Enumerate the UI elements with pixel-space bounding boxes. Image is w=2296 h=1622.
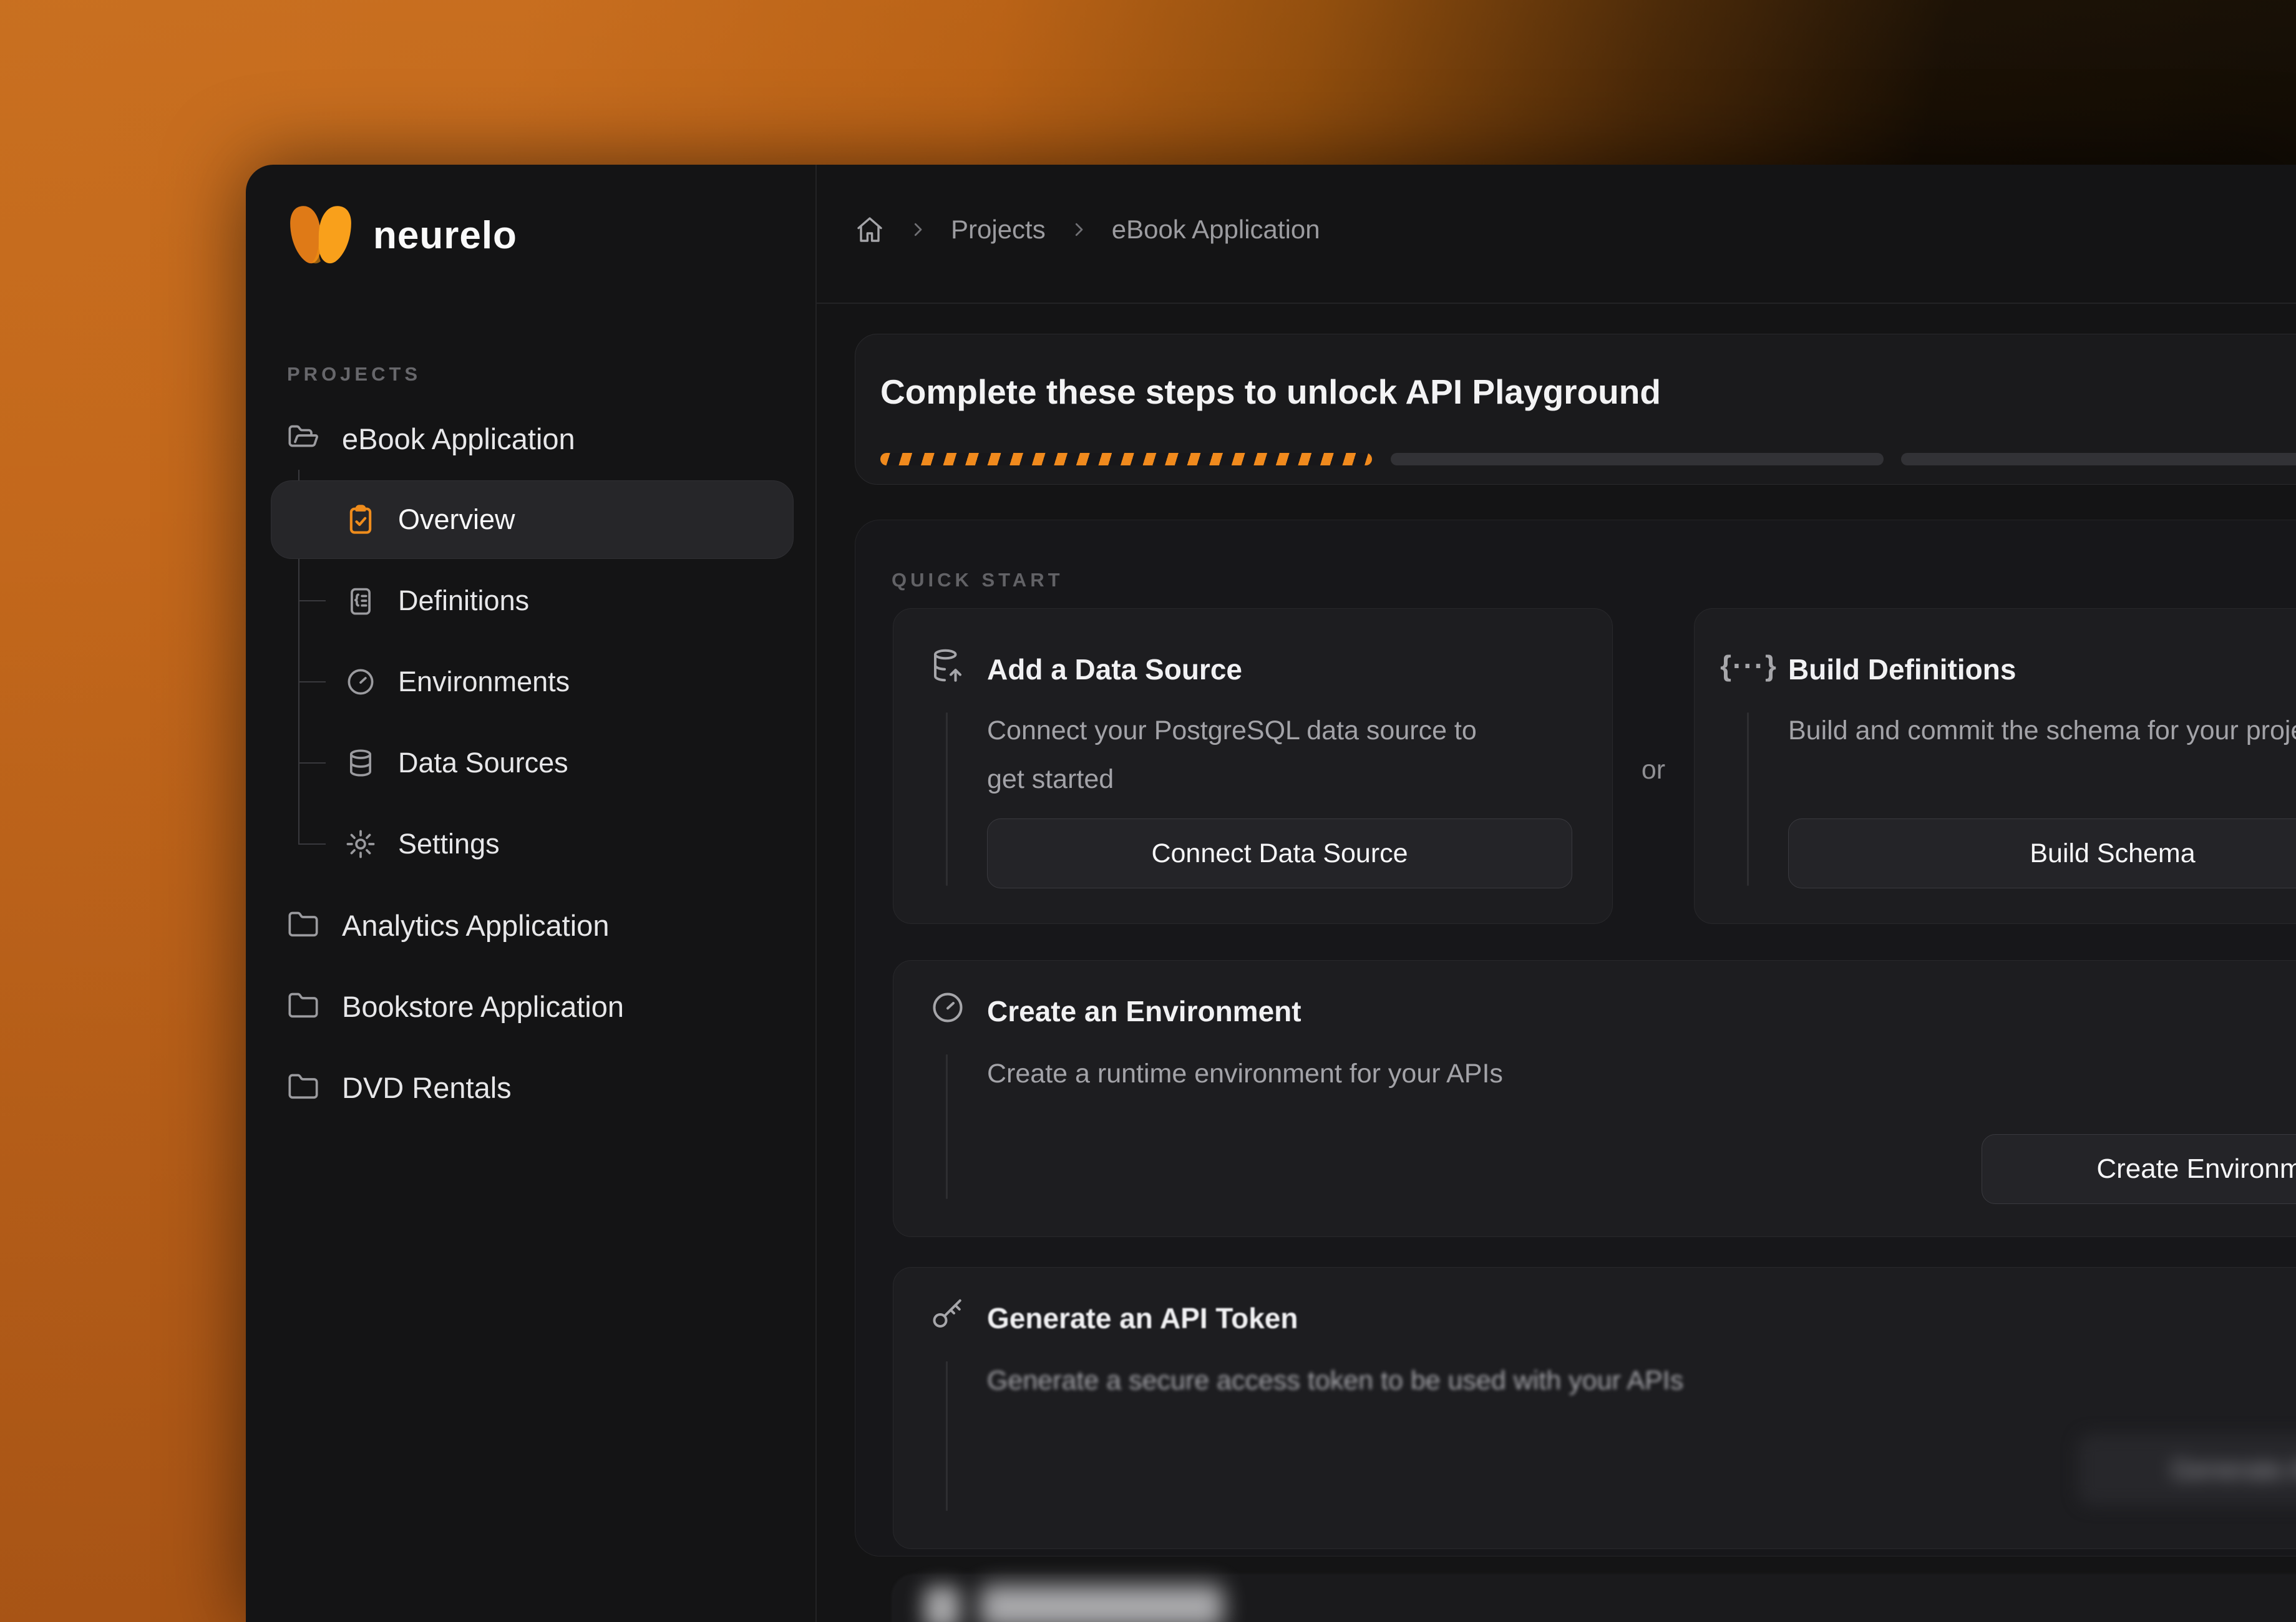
- brand-logo[interactable]: neurelo: [286, 203, 517, 267]
- gear-icon: [343, 828, 378, 860]
- sidebar-item-definitions[interactable]: Definitions: [343, 570, 529, 632]
- folder-icon: [286, 990, 321, 1022]
- folder-icon: [286, 909, 321, 941]
- sidebar-item-label: Definitions: [398, 585, 529, 617]
- progress-segment-empty: [1391, 453, 1884, 465]
- build-schema-button[interactable]: Build Schema: [1788, 818, 2296, 888]
- sidebar-item-settings[interactable]: Settings: [343, 813, 500, 875]
- sidebar-item-data-sources[interactable]: Data Sources: [343, 732, 568, 794]
- progress-segment-completed: [880, 453, 1372, 465]
- unlock-banner-title: Complete these steps to unlock API Playg…: [880, 372, 1661, 412]
- tree-connector: [298, 843, 326, 845]
- locked-section-card: [892, 1575, 2296, 1622]
- card-step-line: [1747, 712, 1749, 886]
- breadcrumb-ebook-application[interactable]: eBook Application: [1112, 215, 1320, 245]
- breadcrumb: Projects eBook Application: [855, 211, 1320, 248]
- or-label: or: [1619, 755, 1688, 785]
- progress-segment-empty: [1901, 453, 2296, 465]
- home-icon[interactable]: [855, 215, 885, 245]
- connect-data-source-button[interactable]: Connect Data Source: [987, 818, 1572, 888]
- card-title: Add a Data Source: [987, 653, 1242, 686]
- sidebar-item-environments[interactable]: Environments: [343, 651, 570, 713]
- card-title: Generate an API Token: [987, 1301, 1298, 1335]
- database-icon: [343, 747, 378, 779]
- folder-icon: [286, 1071, 321, 1104]
- breadcrumb-projects[interactable]: Projects: [951, 215, 1046, 245]
- sidebar-item-ebook-application[interactable]: eBook Application: [286, 407, 575, 470]
- card-build-definitions: {···} Build Definitions Build and commit…: [1694, 608, 2296, 924]
- card-description: Create a runtime environment for your AP…: [987, 1049, 2296, 1098]
- card-description: Build and commit the schema for your pro…: [1788, 706, 2296, 755]
- sidebar-item-label: DVD Rentals: [342, 1071, 512, 1105]
- card-title: Build Definitions: [1788, 653, 2016, 686]
- sidebar-item-analytics-application[interactable]: Analytics Application: [286, 894, 609, 956]
- sidebar-item-dvd-rentals[interactable]: DVD Rentals: [286, 1056, 512, 1119]
- neurelo-logo-icon: [286, 203, 356, 267]
- tree-connector: [298, 762, 326, 764]
- header-divider: [817, 303, 2296, 304]
- generate-api-token-button[interactable]: Generate API Token: [2079, 1435, 2296, 1505]
- sidebar-item-overview[interactable]: Overview: [343, 488, 515, 551]
- sidebar-item-label: Environments: [398, 666, 570, 698]
- sidebar-item-label: Analytics Application: [342, 908, 609, 943]
- chevron-right-icon: [1069, 220, 1088, 239]
- sidebar-item-label: eBook Application: [342, 422, 575, 456]
- sidebar-item-bookstore-application[interactable]: Bookstore Application: [286, 975, 624, 1037]
- sidebar-divider: [815, 165, 817, 1622]
- card-title: Create an Environment: [987, 994, 1301, 1028]
- sidebar-section-label-projects: PROJECTS: [287, 363, 421, 386]
- gauge-icon: [343, 666, 378, 698]
- blurred-section-title: [980, 1585, 1223, 1622]
- database-up-icon: [928, 646, 967, 685]
- sidebar-item-label: Bookstore Application: [342, 989, 624, 1024]
- braces-icon: {···}: [1729, 646, 1768, 685]
- card-generate-api-token: Generate an API Token Generate a secure …: [893, 1267, 2296, 1549]
- card-step-line: [946, 1361, 948, 1511]
- sidebar-item-label: Overview: [398, 503, 515, 536]
- folder-open-icon: [286, 422, 321, 455]
- clipboard-check-icon: [343, 503, 378, 536]
- card-create-environment: Create an Environment Create a runtime e…: [893, 960, 2296, 1237]
- blurred-icon: [924, 1586, 960, 1622]
- card-description: Generate a secure access token to be use…: [987, 1356, 2296, 1405]
- brand-logo-text: neurelo: [373, 213, 517, 258]
- chevron-right-icon: [908, 220, 927, 239]
- app-window: neurelo PROJECTS eBook Application: [246, 165, 2296, 1622]
- card-step-line: [946, 1054, 948, 1199]
- screenshot-stage: neurelo PROJECTS eBook Application: [0, 0, 2296, 1622]
- sidebar-item-label: Settings: [398, 828, 500, 860]
- sidebar-item-label: Data Sources: [398, 747, 568, 779]
- tree-connector: [298, 681, 326, 682]
- card-description: Connect your PostgreSQL data source to g…: [987, 706, 1486, 804]
- card-step-line: [946, 712, 948, 886]
- quick-start-section: QUICK START Add a Data Source Connect yo…: [855, 520, 2296, 1556]
- tree-connector: [298, 600, 326, 601]
- card-add-data-source: Add a Data Source Connect your PostgreSQ…: [893, 608, 1613, 924]
- clipboard-code-icon: [343, 585, 378, 617]
- quick-start-label: QUICK START: [892, 569, 1064, 591]
- unlock-banner: Complete these steps to unlock API Playg…: [855, 334, 2296, 485]
- key-icon: [928, 1295, 967, 1334]
- gauge-icon: [928, 988, 967, 1027]
- create-environment-button[interactable]: Create Environment: [1982, 1134, 2296, 1204]
